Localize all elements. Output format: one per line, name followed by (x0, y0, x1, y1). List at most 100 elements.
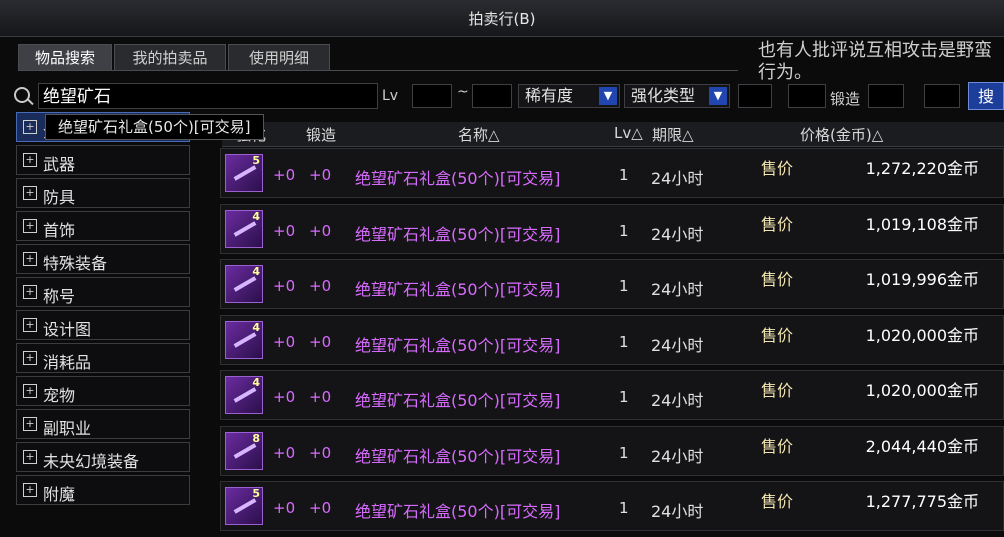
price-label: 售价 (761, 270, 794, 289)
item-duration: 24小时 (651, 335, 704, 355)
item-box-icon[interactable]: 4 (225, 376, 263, 414)
reinforce-type-dropdown[interactable]: 强化类型 ▼ (624, 84, 730, 108)
tab-usage-history[interactable]: 使用明细 (228, 44, 330, 71)
window-title: 拍卖行(B) (468, 10, 536, 28)
forge-value: +0 (309, 499, 332, 517)
header-name[interactable]: 名称△ (458, 124, 500, 145)
expand-icon: + (23, 384, 37, 398)
header-forge[interactable]: 锻造 (306, 124, 336, 145)
category-weiyang-equipment[interactable]: + 未央幻境装备 (16, 442, 190, 472)
category-label: 防具 (43, 188, 76, 207)
search-input[interactable]: 绝望矿石 (38, 83, 378, 109)
table-row[interactable]: 5 +0 +0 绝望矿石礼盒(50个)[可交易] 1 24小时 售价 1,272… (220, 148, 1004, 198)
table-row[interactable]: 4 +0 +0 绝望矿石礼盒(50个)[可交易] 1 24小时 售价 1,020… (220, 370, 1004, 420)
item-level: 1 (619, 499, 629, 517)
search-row: 绝望矿石 Lv ~ 稀有度 ▼ 强化类型 ▼ 锻造 搜 (10, 80, 1004, 112)
table-row[interactable]: 4 +0 +0 绝望矿石礼盒(50个)[可交易] 1 24小时 售价 1,019… (220, 203, 1004, 254)
expand-icon: + (23, 285, 37, 299)
category-consumable[interactable]: + 消耗品 (16, 343, 190, 373)
category-enchant[interactable]: + 附魔 (16, 475, 190, 505)
header-lv[interactable]: Lv△ (614, 124, 643, 142)
category-label: 首饰 (43, 221, 76, 240)
item-count: 4 (252, 320, 260, 334)
forge-value: +0 (309, 443, 332, 462)
category-subclass[interactable]: + 副职业 (16, 409, 190, 439)
price-label: 售价 (761, 436, 794, 456)
reinforce-value: +0 (273, 277, 296, 295)
category-label: 特殊装备 (43, 254, 108, 273)
expand-icon: + (23, 252, 37, 266)
category-accessory[interactable]: + 首饰 (16, 211, 190, 241)
item-duration: 24小时 (651, 280, 704, 299)
category-label: 宠物 (43, 386, 76, 405)
item-duration: 24小时 (651, 446, 704, 466)
item-price: 1,272,220金币 (865, 159, 979, 178)
item-duration: 24小时 (651, 502, 704, 521)
item-level: 1 (619, 443, 629, 462)
item-level: 1 (619, 332, 629, 351)
item-count: 5 (252, 487, 260, 500)
category-special-equipment[interactable]: + 特殊装备 (16, 244, 190, 274)
item-box-icon[interactable]: 8 (225, 431, 263, 470)
table-row[interactable]: 4 +0 +0 绝望矿石礼盒(50个)[可交易] 1 24小时 售价 1,020… (220, 314, 1004, 365)
forge-max-input[interactable] (924, 84, 960, 108)
item-box-icon[interactable]: 5 (225, 487, 263, 525)
results-list: 5 +0 +0 绝望矿石礼盒(50个)[可交易] 1 24小时 售价 1,272… (220, 148, 1004, 537)
item-duration: 24小时 (651, 391, 704, 410)
search-button[interactable]: 搜 (968, 82, 1004, 110)
category-pet[interactable]: + 宠物 (16, 376, 190, 406)
expand-icon: + (23, 450, 37, 464)
forge-value: +0 (309, 277, 332, 295)
category-label: 武器 (43, 155, 76, 174)
table-row[interactable]: 5 +0 +0 绝望矿石礼盒(50个)[可交易] 1 24小时 售价 1,277… (220, 481, 1004, 531)
category-design[interactable]: + 设计图 (16, 310, 190, 340)
reinforce-value: +0 (273, 166, 296, 184)
search-icon (14, 87, 30, 103)
reinforce-value: +0 (273, 443, 296, 462)
reinforce-value: +0 (273, 221, 296, 240)
forge-value: +0 (309, 332, 332, 351)
table-row[interactable]: 4 +0 +0 绝望矿石礼盒(50个)[可交易] 1 24小时 售价 1,019… (220, 259, 1004, 309)
item-price: 1,019,108金币 (865, 214, 979, 234)
search-suggestion[interactable]: 绝望矿石礼盒(50个)[可交易] (45, 114, 264, 140)
tab-divider (18, 70, 738, 71)
price-label: 售价 (761, 381, 794, 400)
category-label: 未央幻境装备 (43, 452, 140, 471)
price-label: 售价 (761, 325, 794, 345)
reinforce-max-input[interactable] (788, 84, 826, 108)
tab-my-auctions[interactable]: 我的拍卖品 (114, 44, 226, 71)
item-name: 绝望矿石礼盒(50个)[可交易] (355, 280, 561, 299)
item-price: 1,019,996金币 (865, 270, 979, 289)
item-duration: 24小时 (651, 169, 704, 188)
background-notice: 也有人批评说互相攻击是野蛮行为。 (758, 40, 992, 83)
tab-item-search[interactable]: 物品搜索 (18, 44, 112, 71)
category-title[interactable]: + 称号 (16, 277, 190, 307)
rarity-dropdown[interactable]: 稀有度 ▼ (518, 84, 620, 108)
item-name: 绝望矿石礼盒(50个)[可交易] (355, 224, 561, 244)
header-duration[interactable]: 期限△ (652, 124, 694, 145)
expand-icon: + (23, 219, 37, 233)
category-armor[interactable]: + 防具 (16, 178, 190, 208)
category-weapon[interactable]: + 武器 (16, 145, 190, 175)
table-row[interactable]: 8 +0 +0 绝望矿石礼盒(50个)[可交易] 1 24小时 售价 2,044… (220, 425, 1004, 476)
chevron-down-icon: ▼ (599, 87, 617, 105)
item-name: 绝望矿石礼盒(50个)[可交易] (355, 335, 561, 355)
reinforce-min-input[interactable] (738, 84, 772, 108)
item-box-icon[interactable]: 4 (225, 320, 263, 359)
lv-max-input[interactable] (472, 84, 512, 108)
reinforce-value: +0 (273, 499, 296, 517)
header-price[interactable]: 价格(金币)△ (800, 124, 883, 145)
forge-value: +0 (309, 166, 332, 184)
lv-min-input[interactable] (412, 84, 452, 108)
forge-min-input[interactable] (868, 84, 904, 108)
lv-label: Lv (382, 88, 399, 104)
forge-value: +0 (309, 388, 332, 406)
price-label: 售价 (761, 214, 794, 234)
item-box-icon[interactable]: 5 (225, 154, 263, 192)
item-count: 4 (252, 376, 260, 389)
item-box-icon[interactable]: 4 (225, 209, 263, 248)
category-label: 消耗品 (43, 353, 92, 372)
item-box-icon[interactable]: 4 (225, 265, 263, 303)
chevron-down-icon: ▼ (709, 87, 727, 105)
item-count: 5 (252, 154, 260, 167)
